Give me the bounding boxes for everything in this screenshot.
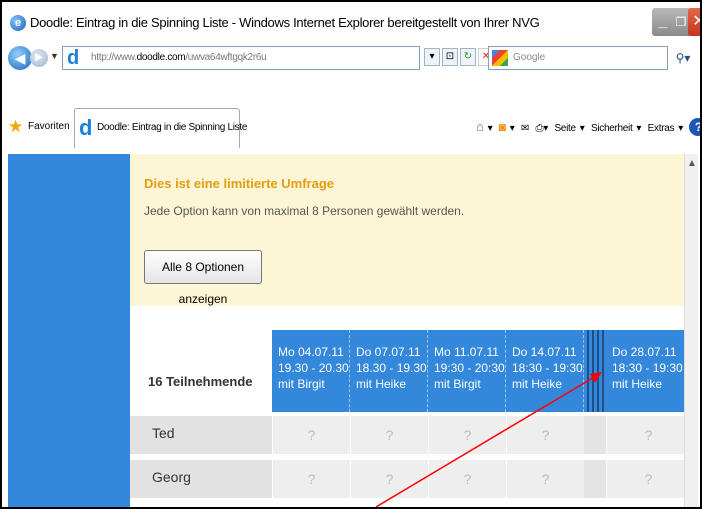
- option-time: 18.30 - 19.30: [356, 361, 427, 375]
- doodle-favicon-icon: d: [67, 47, 80, 69]
- option-header: Mo 11.07.11 19:30 - 20:30 mit Birgit: [428, 330, 506, 412]
- vote-cell: ?: [350, 416, 428, 454]
- history-dropdown-icon[interactable]: ▼: [50, 51, 59, 61]
- favorites-bar: ★ Favoriten d Doodle: Eintrag in die Spi…: [8, 106, 700, 150]
- option-header: Do 14.07.11 18:30 - 19:30 mit Heike: [506, 330, 584, 412]
- tab-doodle[interactable]: d Doodle: Eintrag in die Spinning Liste: [74, 108, 247, 148]
- option-trainer: mit Heike: [512, 377, 563, 391]
- option-date: Do 28.07.11: [612, 345, 677, 359]
- option-trainer: mit Birgit: [434, 377, 481, 391]
- show-all-options-button[interactable]: Alle 8 Optionen anzeigen: [144, 250, 262, 306]
- command-bar: ⌂▾ ◙▾ ✉ ⎙▾ Seite▾ Sicherheit▾ Extras▾ ?▾: [476, 118, 700, 136]
- title-bar: e Doodle: Eintrag in die Spinning Liste …: [8, 6, 700, 40]
- poll-table: 16 Teilnehmende Mo 04.07.11 19.30 - 20.3…: [130, 330, 690, 507]
- option-time: 19.30 - 20.30: [278, 361, 349, 375]
- vertical-scrollbar[interactable]: ▲: [684, 154, 698, 507]
- vote-cell: ?: [428, 416, 506, 454]
- refresh-icon[interactable]: ↻: [460, 48, 476, 66]
- participant-row: Georg ? ? ? ? ?: [130, 460, 690, 498]
- address-url[interactable]: http://www.doodle.com/uwva64wftgqk2r6u: [91, 52, 267, 63]
- google-icon: [492, 50, 508, 66]
- page-menu[interactable]: Seite ▾: [554, 123, 584, 134]
- browser-window: e Doodle: Eintrag in die Spinning Liste …: [0, 0, 702, 509]
- favorites-button[interactable]: Favoriten: [28, 121, 70, 132]
- option-date: Do 14.07.11: [512, 345, 577, 359]
- internet-explorer-icon: e: [10, 15, 26, 31]
- option-time: 18:30 - 19:30: [612, 361, 683, 375]
- participants-count: 16 Teilnehmende: [148, 374, 253, 389]
- vote-cell: ?: [606, 460, 690, 498]
- home-dropdown-icon[interactable]: ▾: [488, 123, 493, 134]
- notice-title: Dies ist eine limitierte Umfrage: [144, 176, 335, 191]
- vote-cell: ?: [272, 416, 350, 454]
- extras-menu[interactable]: Extras ▾: [648, 123, 684, 134]
- vote-cell: ?: [506, 460, 584, 498]
- forward-icon[interactable]: ▶: [30, 49, 48, 67]
- collapsed-cell: [584, 416, 606, 454]
- page-content: Dies ist eine limitierte Umfrage Jede Op…: [8, 154, 690, 507]
- address-field[interactable]: d http://www.doodle.com/uwva64wftgqk2r6u: [62, 46, 420, 70]
- poll-content: Dies ist eine limitierte Umfrage Jede Op…: [130, 154, 690, 507]
- mail-icon[interactable]: ✉: [521, 123, 529, 134]
- collapsed-options-strip[interactable]: [584, 330, 606, 412]
- vote-cell: ?: [606, 416, 690, 454]
- participant-name: Ted: [152, 425, 175, 441]
- participant-row: Ted ? ? ? ? ?: [130, 416, 690, 454]
- option-trainer: mit Birgit: [278, 377, 325, 391]
- notice-text: Jede Option kann von maximal 8 Personen …: [144, 204, 465, 218]
- doodle-tab-icon: d: [79, 115, 93, 140]
- option-date: Do 07.07.11: [356, 345, 421, 359]
- participant-name: Georg: [152, 469, 191, 485]
- limit-notice: Dies ist eine limitierte Umfrage Jede Op…: [130, 154, 690, 306]
- option-date: Mo 11.07.11: [434, 345, 499, 359]
- search-input[interactable]: Google: [513, 52, 545, 63]
- window-title: Doodle: Eintrag in die Spinning Liste - …: [30, 15, 540, 30]
- close-button[interactable]: ✕: [688, 8, 700, 36]
- option-time: 18:30 - 19:30: [512, 361, 583, 375]
- left-sidebar: [8, 154, 130, 507]
- feeds-dropdown-icon[interactable]: ▾: [510, 123, 515, 134]
- scroll-up-icon[interactable]: ▲: [686, 158, 698, 170]
- compatibility-view-icon[interactable]: ⊡: [442, 48, 458, 66]
- vote-cell: ?: [350, 460, 428, 498]
- back-icon[interactable]: ◀: [8, 46, 32, 70]
- compatibility-icon[interactable]: ▾: [424, 48, 440, 66]
- option-time: 19:30 - 20:30: [434, 361, 505, 375]
- favorites-star-icon[interactable]: ★: [8, 118, 26, 136]
- vote-cell: ?: [428, 460, 506, 498]
- print-icon[interactable]: ⎙▾: [536, 123, 549, 134]
- address-row: ◀ ▶ ▼ d http://www.doodle.com/uwva64wftg…: [8, 46, 696, 72]
- vote-cell: ?: [272, 460, 350, 498]
- option-trainer: mit Heike: [356, 377, 407, 391]
- option-header: Do 07.07.11 18.30 - 19.30 mit Heike: [350, 330, 428, 412]
- collapsed-cell: [584, 460, 606, 498]
- option-header: Do 28.07.11 18:30 - 19:30 mit Heike: [606, 330, 690, 412]
- option-date: Mo 04.07.11: [278, 345, 344, 359]
- address-buttons: ▾ ⊡ ↻ ✕: [424, 48, 496, 66]
- feeds-icon[interactable]: ◙: [499, 120, 506, 134]
- option-trainer: mit Heike: [612, 377, 663, 391]
- help-icon[interactable]: ?: [689, 118, 700, 136]
- option-header: Mo 04.07.11 19.30 - 20.30 mit Birgit: [272, 330, 350, 412]
- tab-label: Doodle: Eintrag in die Spinning Liste: [97, 122, 248, 133]
- home-icon[interactable]: ⌂: [476, 119, 484, 134]
- search-box[interactable]: Google: [488, 46, 668, 70]
- vote-cell: ?: [506, 416, 584, 454]
- search-icon[interactable]: ⚲▾: [672, 46, 694, 70]
- safety-menu[interactable]: Sicherheit ▾: [591, 123, 642, 134]
